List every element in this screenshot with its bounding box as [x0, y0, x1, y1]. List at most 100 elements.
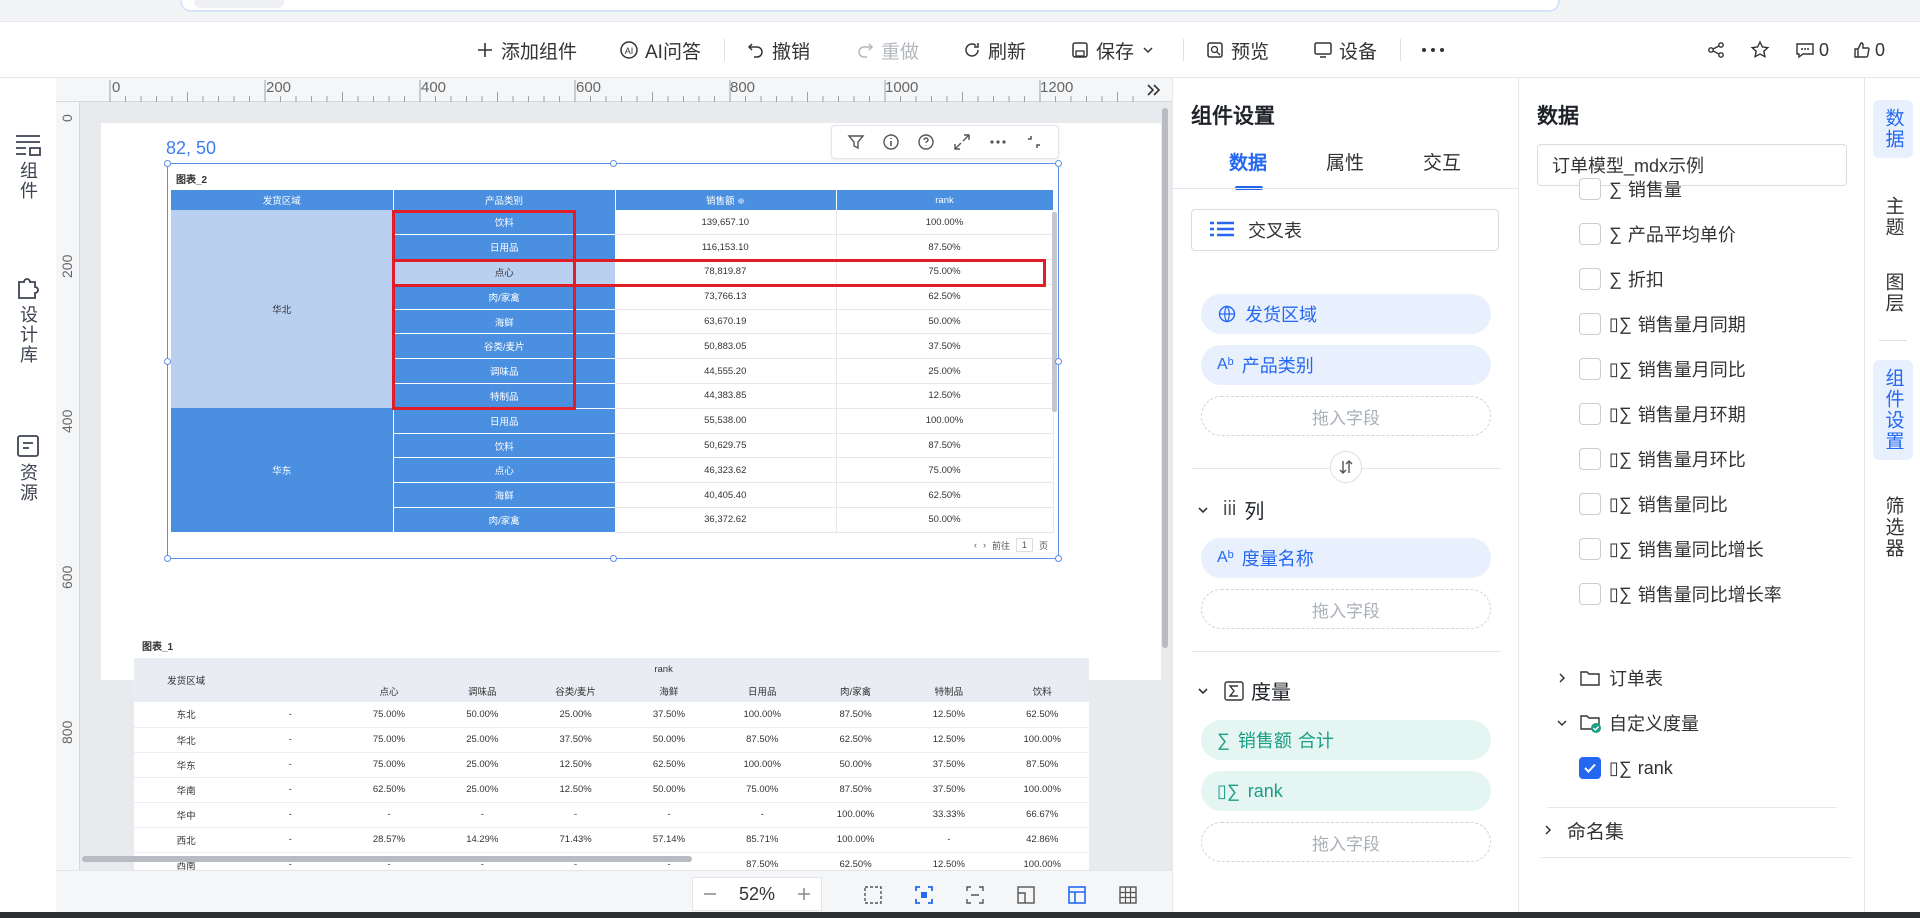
chevrons-right-icon[interactable] — [1144, 81, 1162, 99]
table-scrollbar[interactable] — [1052, 212, 1057, 412]
design-canvas[interactable]: 0 200 400 600 800 1000 1200 0 200 400 60… — [56, 78, 1172, 918]
measure-field-pill[interactable]: ▯∑ rank — [1201, 771, 1491, 811]
rank-cell[interactable]: 100.00% — [836, 408, 1054, 434]
rank-cell[interactable]: 50.00% — [836, 309, 1054, 335]
field-item[interactable]: ▯∑ 销售量月环期 — [1579, 400, 1746, 428]
swap-axes-button[interactable] — [1330, 451, 1362, 483]
column-header[interactable]: 点心 — [342, 680, 436, 702]
value-cell[interactable]: - — [238, 802, 343, 828]
sales-cell[interactable]: 63,670.19 — [615, 309, 837, 335]
rank-cell[interactable]: 87.50% — [836, 234, 1054, 261]
tab-properties[interactable]: 属性 — [1326, 148, 1364, 175]
sidebar-item-data[interactable]: 数据 — [1873, 100, 1913, 158]
resize-handle[interactable] — [1055, 555, 1062, 562]
value-cell[interactable]: 12.50% — [902, 702, 996, 728]
device-button[interactable]: 设备 — [1313, 39, 1377, 63]
address-bar[interactable] — [180, 0, 1560, 12]
region-cell[interactable]: 华北 — [134, 727, 239, 753]
value-cell[interactable]: 42.86% — [995, 827, 1089, 853]
tab-interaction[interactable]: 交互 — [1423, 148, 1461, 175]
grid-layout-icon[interactable] — [1066, 884, 1088, 906]
value-cell[interactable]: - — [238, 777, 343, 803]
column-group-header[interactable]: rank — [238, 658, 1089, 680]
resize-handle[interactable] — [1055, 358, 1062, 365]
value-cell[interactable]: 75.00% — [342, 702, 436, 728]
column-header[interactable]: 发货区域 — [134, 658, 239, 702]
share-button[interactable] — [1706, 39, 1729, 61]
value-cell[interactable]: - — [528, 802, 623, 828]
value-cell[interactable]: 37.50% — [902, 752, 996, 778]
layout-icon[interactable] — [1015, 884, 1037, 906]
category-cell[interactable]: 海鲜 — [393, 482, 615, 509]
sidebar-item-filters[interactable]: 筛选器 — [1873, 488, 1913, 567]
region-cell[interactable]: 西北 — [134, 827, 239, 853]
collapse-icon[interactable] — [1025, 133, 1043, 151]
like-button[interactable]: 0 — [1852, 39, 1885, 61]
checkbox[interactable] — [1579, 493, 1601, 515]
value-cell[interactable]: 25.00% — [435, 727, 529, 753]
sidebar-item-layers[interactable]: 图层 — [1873, 264, 1913, 322]
table-grid-icon[interactable] — [1117, 884, 1139, 906]
prev-page-icon[interactable]: ‹ — [974, 540, 977, 550]
checkbox[interactable] — [1579, 268, 1601, 290]
region-cell[interactable]: 华东 — [171, 408, 394, 533]
rank-cell[interactable]: 100.00% — [836, 210, 1054, 236]
checkbox[interactable] — [1579, 403, 1601, 425]
value-cell[interactable]: 12.50% — [528, 752, 623, 778]
favorite-button[interactable] — [1750, 39, 1773, 61]
value-cell[interactable]: 25.00% — [528, 702, 623, 728]
ai-qa-button[interactable]: AI AI问答 — [619, 39, 701, 63]
value-cell[interactable]: - — [238, 752, 343, 778]
filter-icon[interactable] — [847, 133, 865, 151]
checkbox[interactable] — [1579, 223, 1601, 245]
preview-button[interactable]: 预览 — [1205, 39, 1269, 63]
sales-cell[interactable]: 44,555.20 — [615, 358, 837, 385]
fit-selection-icon[interactable] — [862, 884, 884, 906]
value-cell[interactable]: 71.43% — [528, 827, 623, 853]
sales-cell[interactable]: 116,153.10 — [615, 234, 837, 261]
value-cell[interactable]: 62.50% — [622, 752, 716, 778]
sales-cell[interactable]: 46,323.62 — [615, 457, 837, 484]
measures-drop-zone[interactable]: 拖入字段 — [1201, 822, 1491, 862]
info-icon[interactable] — [882, 133, 900, 151]
checkbox[interactable] — [1579, 448, 1601, 470]
expand-icon[interactable] — [953, 133, 971, 151]
value-cell[interactable]: 75.00% — [342, 752, 436, 778]
value-cell[interactable]: 75.00% — [342, 727, 436, 753]
rank-cell[interactable]: 50.00% — [836, 507, 1054, 533]
value-cell[interactable]: - — [622, 802, 716, 828]
category-cell[interactable]: 肉/家禽 — [393, 507, 615, 533]
resize-handle[interactable] — [164, 160, 171, 167]
value-cell[interactable]: 85.71% — [715, 827, 809, 853]
field-item[interactable]: ∑ 折扣 — [1579, 265, 1664, 293]
value-cell[interactable]: 28.57% — [342, 827, 436, 853]
rank-cell[interactable]: 75.00% — [836, 457, 1054, 484]
column-header[interactable]: 饮料 — [995, 680, 1089, 702]
sidebar-item-component-settings[interactable]: 组件设置 — [1873, 360, 1913, 460]
value-cell[interactable]: 66.67% — [995, 802, 1089, 828]
value-cell[interactable]: 87.50% — [808, 777, 903, 803]
next-page-icon[interactable]: › — [983, 540, 986, 550]
resize-handle[interactable] — [164, 555, 171, 562]
named-sets-section[interactable]: 命名集 — [1541, 816, 1624, 844]
sidebar-item-theme[interactable]: 主题 — [1873, 188, 1913, 246]
field-item[interactable]: ▯∑ 销售量同比增长率 — [1579, 580, 1782, 608]
checkbox[interactable] — [1579, 583, 1601, 605]
redo-button[interactable]: 重做 — [855, 39, 919, 63]
sales-cell[interactable]: 139,657.10 — [615, 210, 837, 236]
sidebar-item-resources[interactable]: 资源 — [0, 433, 56, 503]
column-header[interactable]: 发货区域 — [171, 190, 394, 210]
value-cell[interactable]: 50.00% — [435, 702, 529, 728]
value-cell[interactable]: - — [902, 827, 996, 853]
folder-custom-measures[interactable]: 自定义度量 — [1555, 709, 1699, 737]
value-cell[interactable]: 50.00% — [622, 727, 716, 753]
value-cell[interactable]: 37.50% — [528, 727, 623, 753]
value-cell[interactable]: 57.14% — [622, 827, 716, 853]
category-cell[interactable]: 点心 — [393, 457, 615, 484]
crosstab-chart-2[interactable]: 图表_2 发货区域 产品类别 销售额 ≑ rank 华北 饮料 139,657.10… — [164, 160, 1062, 562]
value-cell[interactable]: 100.00% — [715, 752, 809, 778]
value-cell[interactable]: 87.50% — [808, 702, 903, 728]
sidebar-item-components[interactable]: 组件 — [0, 133, 56, 201]
value-cell[interactable]: - — [238, 702, 343, 728]
value-cell[interactable]: 100.00% — [715, 702, 809, 728]
